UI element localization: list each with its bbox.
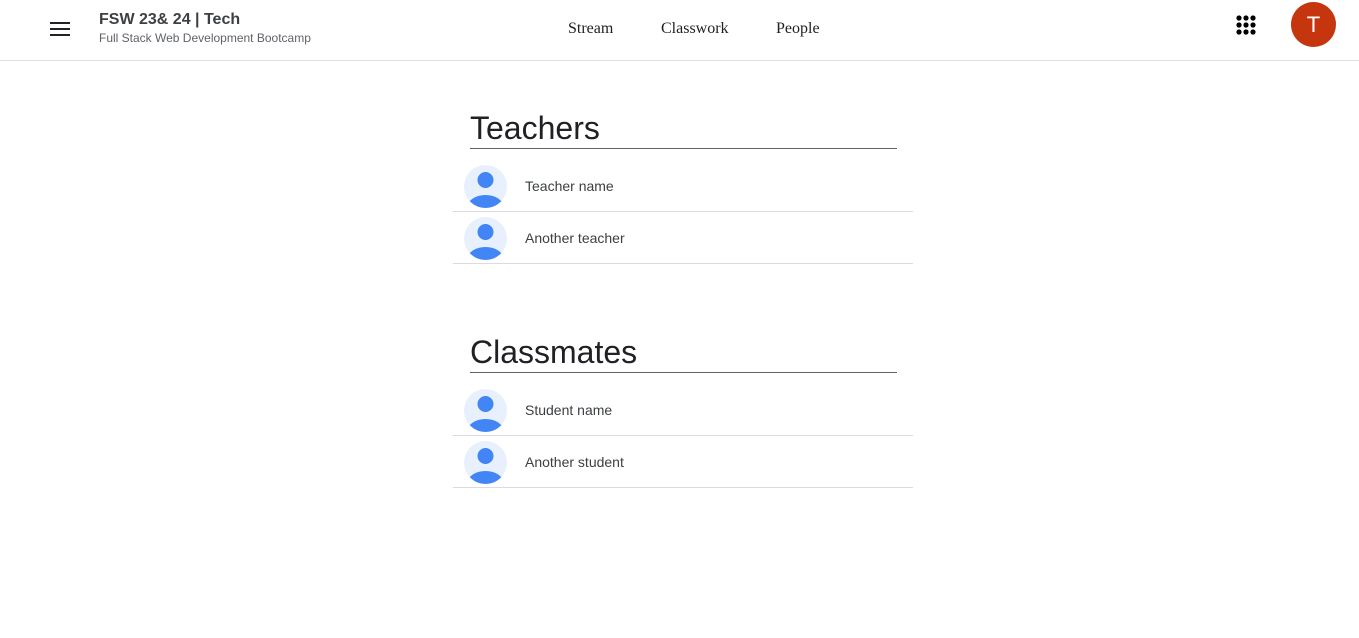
teachers-heading: Teachers [470, 108, 897, 149]
list-item[interactable]: Student name [453, 384, 913, 436]
person-name: Teacher name [525, 178, 614, 194]
classmates-heading: Classmates [470, 332, 897, 373]
person-name: Student name [525, 402, 613, 418]
default-avatar-icon [464, 217, 507, 260]
main-menu-button[interactable] [44, 13, 76, 45]
classmates-list: Student name Another student [453, 384, 913, 488]
top-app-bar: FSW 23& 24 | Tech Full Stack Web Develop… [0, 0, 1359, 61]
tab-people[interactable]: People [776, 20, 820, 38]
hamburger-menu-icon [50, 22, 70, 36]
classmates-section: Classmates Student name Another student [453, 332, 913, 488]
apps-grid-icon [1236, 15, 1256, 35]
teachers-list: Teacher name Another teacher [453, 160, 913, 264]
class-subtitle: Full Stack Web Development Bootcamp [99, 31, 311, 45]
class-title[interactable]: FSW 23& 24 | Tech [99, 11, 240, 29]
account-avatar[interactable]: T [1291, 2, 1336, 47]
person-name: Another student [525, 454, 624, 470]
tab-classwork[interactable]: Classwork [661, 20, 729, 38]
person-name: Another teacher [525, 230, 625, 246]
list-item[interactable]: Another student [453, 436, 913, 488]
teachers-section: Teachers Teacher name Another teacher [453, 108, 913, 264]
list-item[interactable]: Teacher name [453, 160, 913, 212]
list-item[interactable]: Another teacher [453, 212, 913, 264]
default-avatar-icon [464, 441, 507, 484]
default-avatar-icon [464, 165, 507, 208]
default-avatar-icon [464, 389, 507, 432]
google-apps-button[interactable] [1230, 9, 1262, 41]
tab-stream[interactable]: Stream [568, 20, 613, 38]
